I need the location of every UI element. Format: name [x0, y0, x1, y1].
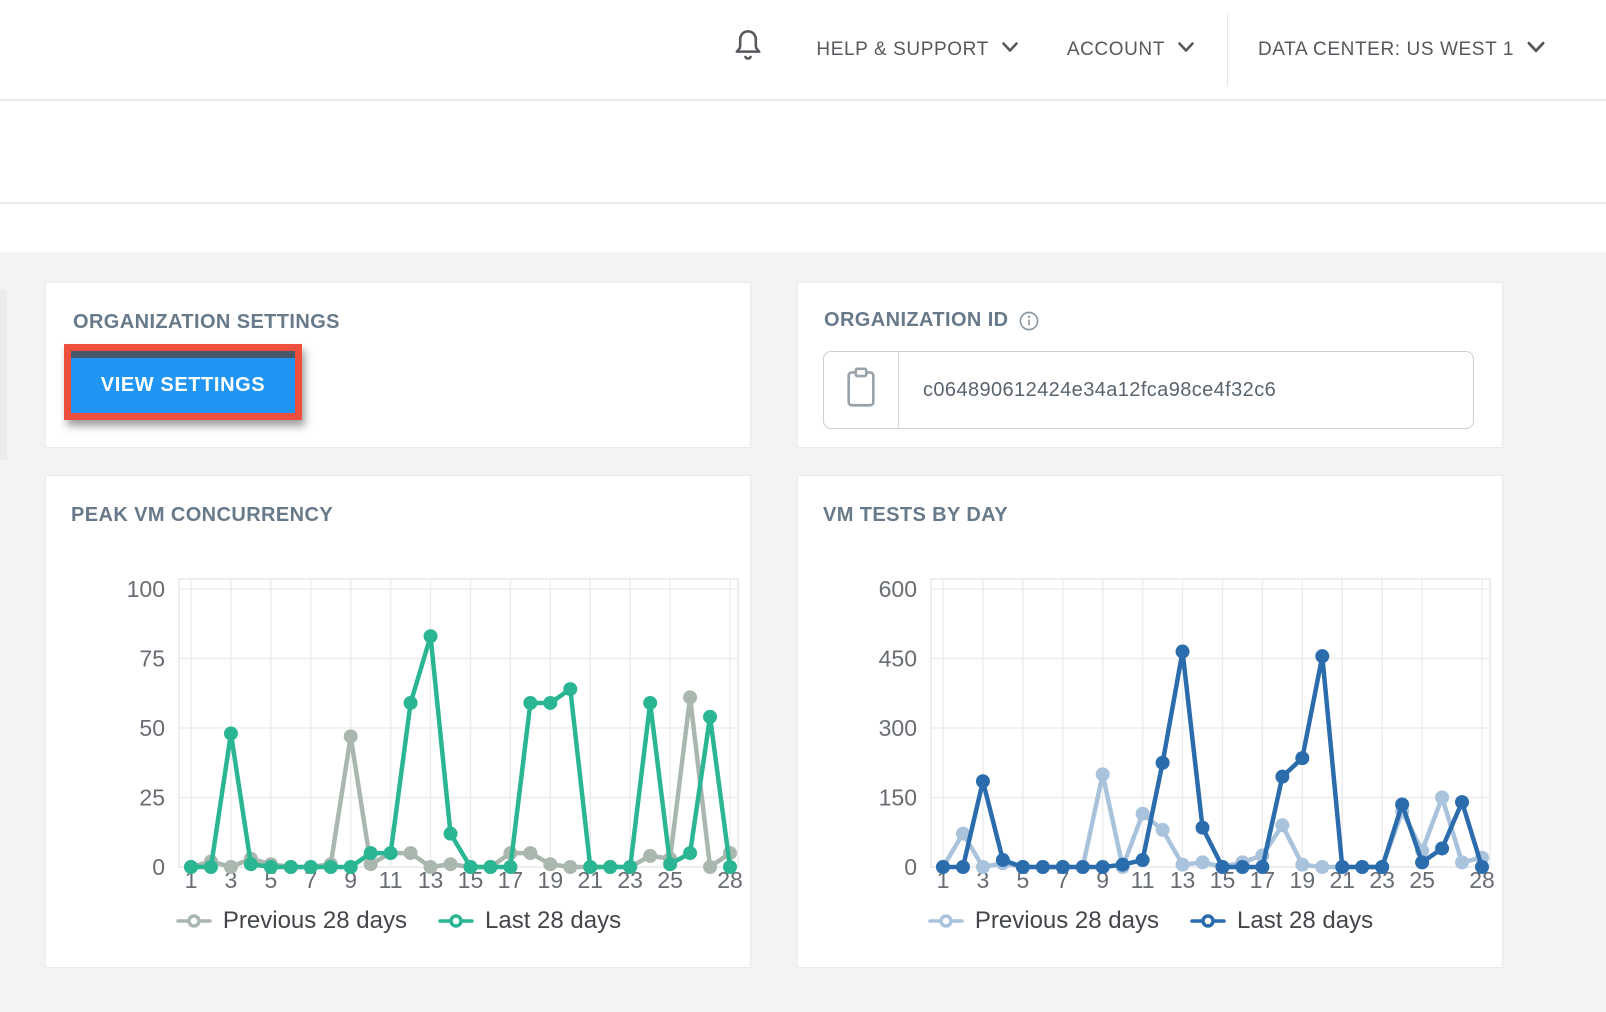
legend-marker-icon: [927, 913, 965, 929]
legend-marker-icon: [175, 913, 213, 929]
legend-marker-icon: [1189, 913, 1227, 929]
bell-icon: [730, 26, 766, 73]
left-edge-card-sliver: [0, 290, 7, 460]
legend-marker-icon: [437, 913, 475, 929]
svg-text:300: 300: [879, 715, 917, 741]
svg-text:25: 25: [139, 785, 165, 811]
organization-id-title: ORGANIZATION ID: [824, 309, 1009, 332]
organization-settings-title: ORGANIZATION SETTINGS: [73, 311, 340, 334]
vm-tests-by-day-chart[interactable]: 135791113151719212325280150300450600: [808, 536, 1494, 896]
peak-vm-concurrency-title: PEAK VM CONCURRENCY: [71, 504, 333, 527]
legend-label: Last 28 days: [1237, 907, 1373, 935]
top-nav: HELP & SUPPORT ACCOUNT DATA CENTER: US W…: [0, 0, 1606, 101]
notifications-button[interactable]: [730, 26, 766, 73]
svg-text:0: 0: [152, 854, 165, 880]
chevron-down-icon: [999, 36, 1021, 64]
svg-text:0: 0: [904, 854, 917, 880]
legend-label: Last 28 days: [485, 907, 621, 935]
vm-tests-by-day-title: VM TESTS BY DAY: [823, 504, 1008, 527]
vm-tests-by-day-card: VM TESTS BY DAY 135791113151719212325280…: [797, 475, 1503, 968]
nav-help-support-label: HELP & SUPPORT: [816, 39, 988, 61]
nav-divider: [1227, 14, 1228, 86]
vm-tests-by-day-legend: Previous 28 days Last 28 days: [798, 904, 1502, 938]
peak-vm-concurrency-legend: Previous 28 days Last 28 days: [46, 904, 750, 938]
organization-id-card: ORGANIZATION ID c064890612424e34a12fca98…: [797, 282, 1503, 448]
annotation-highlight-box: VIEW SETTINGS: [64, 344, 302, 420]
legend-label: Previous 28 days: [975, 907, 1159, 935]
legend-item-previous-28-days[interactable]: Previous 28 days: [175, 907, 407, 935]
nav-data-center-label: DATA CENTER: US WEST 1: [1258, 39, 1514, 61]
legend-item-last-28-days[interactable]: Last 28 days: [437, 907, 621, 935]
svg-text:150: 150: [879, 785, 917, 811]
chevron-down-icon: [1175, 36, 1197, 64]
organization-id-value[interactable]: c064890612424e34a12fca98ce4f32c6: [899, 352, 1473, 428]
chevron-down-icon: [1524, 35, 1548, 65]
nav-account-label: ACCOUNT: [1067, 39, 1165, 61]
toolbar-band: [0, 103, 1606, 204]
nav-account[interactable]: ACCOUNT: [1067, 36, 1197, 64]
svg-text:600: 600: [879, 576, 917, 602]
svg-text:50: 50: [139, 715, 165, 741]
svg-text:75: 75: [139, 646, 165, 672]
organization-id-field: c064890612424e34a12fca98ce4f32c6: [823, 351, 1474, 429]
svg-text:450: 450: [879, 646, 917, 672]
peak-vm-concurrency-chart[interactable]: 135791113151719212325280255075100: [56, 536, 742, 896]
clipboard-icon: [841, 365, 881, 416]
svg-text:25: 25: [1409, 867, 1435, 893]
svg-text:11: 11: [379, 867, 403, 893]
info-icon[interactable]: [1018, 310, 1040, 332]
legend-label: Previous 28 days: [223, 907, 407, 935]
legend-item-previous-28-days[interactable]: Previous 28 days: [927, 907, 1159, 935]
sub-band: [0, 207, 1606, 252]
nav-help-support[interactable]: HELP & SUPPORT: [816, 36, 1020, 64]
organization-settings-card: ORGANIZATION SETTINGS VIEW SETTINGS: [45, 282, 751, 448]
copy-to-clipboard-button[interactable]: [824, 352, 899, 428]
peak-vm-concurrency-card: PEAK VM CONCURRENCY 13579111315171921232…: [45, 475, 751, 968]
nav-data-center[interactable]: DATA CENTER: US WEST 1: [1258, 35, 1548, 65]
svg-text:100: 100: [127, 576, 165, 602]
legend-item-last-28-days[interactable]: Last 28 days: [1189, 907, 1373, 935]
view-settings-button[interactable]: VIEW SETTINGS: [71, 351, 295, 413]
svg-text:11: 11: [1131, 867, 1155, 893]
